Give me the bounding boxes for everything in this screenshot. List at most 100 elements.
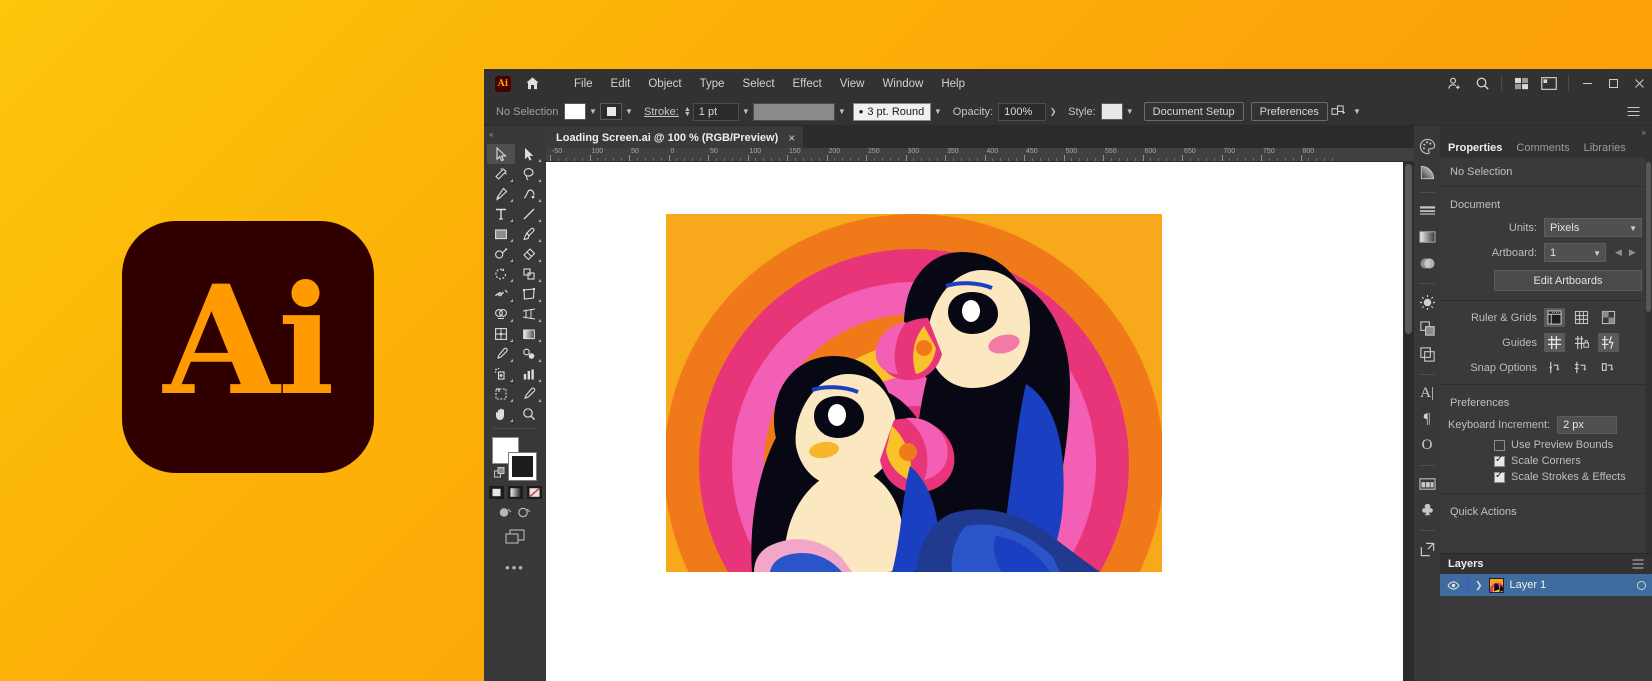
eraser-tool[interactable] [515,244,543,264]
keyboard-increment-field[interactable]: 2 px [1557,416,1617,434]
stroke-color-box[interactable] [509,453,536,480]
window-close-button[interactable] [1626,69,1652,98]
eye-icon[interactable] [1446,581,1460,590]
panel-menu-icon[interactable] [1622,103,1644,121]
menu-select[interactable]: Select [734,74,784,94]
properties-scroll-area[interactable]: No Selection Document Units: Pixels ▼ Ar… [1440,158,1652,553]
canvas-vertical-scrollbar[interactable] [1403,162,1414,681]
appearance-panel-icon[interactable] [1415,290,1439,314]
workspace-switcher-icon[interactable] [1535,69,1563,98]
pen-tool[interactable] [487,184,515,204]
shaper-tool[interactable] [487,244,515,264]
menu-object[interactable]: Object [639,74,690,94]
home-icon[interactable] [519,71,545,97]
align-chevron-down-icon[interactable]: ▼ [1350,103,1364,121]
perspective-grid-tool[interactable] [515,304,543,324]
edit-toolbar-icon[interactable]: ••• [505,560,525,575]
artboards-panel-icon[interactable] [1415,472,1439,496]
profile-chevron-down-icon[interactable]: ▼ [931,103,945,121]
character-panel-icon[interactable]: A| [1415,381,1439,405]
tab-libraries[interactable]: Libraries [1584,142,1626,154]
style-chevron-down-icon[interactable]: ▼ [1123,103,1137,121]
blend-tool[interactable] [515,344,543,364]
type-tool[interactable] [487,204,515,224]
menu-edit[interactable]: Edit [602,74,640,94]
gradient-panel-icon[interactable] [1415,160,1439,184]
variable-width-profile-field[interactable]: • 3 pt. Round [853,103,931,121]
symbol-sprayer-tool[interactable] [487,364,515,384]
rectangle-tool[interactable] [487,224,515,244]
show-rulers-icon[interactable] [1544,308,1565,327]
brush-chevron-down-icon[interactable]: ▼ [835,103,849,121]
magic-wand-tool[interactable] [487,164,515,184]
menu-view[interactable]: View [831,74,874,94]
scale-tool[interactable] [515,264,543,284]
brush-definition-swatch[interactable] [753,103,835,121]
tab-properties[interactable]: Properties [1448,142,1502,154]
fill-chevron-down-icon[interactable]: ▼ [586,103,600,121]
curvature-tool[interactable] [515,184,543,204]
swap-fill-stroke-icon[interactable] [494,467,506,479]
stroke-panel-icon[interactable] [1415,199,1439,223]
direct-selection-tool[interactable] [515,144,543,164]
document-tab[interactable]: Loading Screen.ai @ 100 % (RGB/Preview) … [546,126,803,148]
transparency-panel-icon[interactable] [1415,251,1439,275]
smart-guides-icon[interactable] [1598,333,1619,352]
gradient-swatch-icon[interactable] [1415,225,1439,249]
scrollbar-thumb[interactable] [1646,162,1651,312]
menu-help[interactable]: Help [932,74,974,94]
preferences-button[interactable]: Preferences [1251,102,1328,121]
draw-behind-icon[interactable] [516,505,533,520]
stroke-weight-chevron-down-icon[interactable]: ▼ [739,103,753,121]
scale-corners-checkbox[interactable] [1494,456,1505,467]
layers-list[interactable]: ❯ Layer 1 [1440,574,1652,681]
next-artboard-icon[interactable]: ▶ [1629,247,1636,258]
gradient-tool[interactable] [515,324,543,344]
target-circle-icon[interactable] [1637,581,1646,590]
gradient-mode-icon[interactable] [507,485,524,500]
stroke-weight-field[interactable]: 1 pt [693,103,739,121]
properties-panel-collapse-icon[interactable]: » [1440,126,1652,138]
mesh-tool[interactable] [487,324,515,344]
document-setup-button[interactable]: Document Setup [1144,102,1244,121]
scale-strokes-effects-row[interactable]: Scale Strokes & Effects [1440,469,1652,485]
artboard-1[interactable] [666,214,1162,572]
draw-normal-icon[interactable] [497,505,514,520]
panel-menu-icon[interactable] [1632,559,1644,569]
show-transparency-grid-icon[interactable] [1598,308,1619,327]
use-preview-bounds-row[interactable]: Use Preview Bounds [1440,437,1652,453]
stroke-color-swatch[interactable] [600,103,622,120]
lasso-tool[interactable] [515,164,543,184]
change-screen-mode-icon[interactable] [504,529,526,548]
chevron-right-icon[interactable]: ❯ [1475,580,1483,591]
eyedropper-tool[interactable] [487,344,515,364]
column-graph-tool[interactable] [515,364,543,384]
color-mode-icon[interactable] [488,485,505,500]
glyphs-panel-icon[interactable]: O [1415,433,1439,457]
free-transform-tool[interactable] [515,284,543,304]
canvas-viewport[interactable] [546,162,1403,681]
snap-to-pixel-icon[interactable] [1598,358,1619,377]
horizontal-ruler[interactable]: -501005005010015020025030035040045050055… [546,148,1414,162]
scrollbar-thumb[interactable] [1405,164,1412,334]
show-guides-icon[interactable] [1544,333,1565,352]
window-minimize-button[interactable] [1574,69,1600,98]
share-user-icon[interactable] [1440,69,1468,98]
window-maximize-button[interactable] [1600,69,1626,98]
menu-type[interactable]: Type [691,74,734,94]
lock-guides-icon[interactable] [1571,333,1592,352]
line-segment-tool[interactable] [515,204,543,224]
color-panel-icon[interactable] [1415,134,1439,158]
menu-file[interactable]: File [565,74,602,94]
selection-tool[interactable] [487,144,515,164]
none-mode-icon[interactable] [526,485,543,500]
layer-row[interactable]: ❯ Layer 1 [1440,574,1652,596]
fill-color-swatch[interactable] [564,103,586,120]
stroke-chevron-down-icon[interactable]: ▼ [622,103,636,121]
stroke-weight-stepper[interactable]: ▲▼ [684,107,691,117]
menu-window[interactable]: Window [873,74,932,94]
paragraph-panel-icon[interactable]: ¶ [1415,407,1439,431]
graphic-style-swatch[interactable] [1101,103,1123,120]
properties-scrollbar[interactable] [1645,158,1652,553]
menu-effect[interactable]: Effect [784,74,831,94]
